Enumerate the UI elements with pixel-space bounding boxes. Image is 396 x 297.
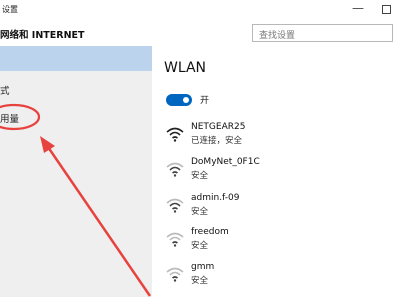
network-ssid: gmm — [191, 262, 215, 272]
toggle-knob — [183, 97, 189, 103]
wlan-panel: WLAN 开 NETGEAR25 已连接，安全 DoMyNet_0F1C 安全 — [152, 46, 396, 297]
wlan-toggle-label: 开 — [200, 96, 210, 106]
network-status: 安全 — [191, 276, 209, 286]
network-ssid: NETGEAR25 — [191, 122, 246, 132]
network-item[interactable]: gmm 安全 — [166, 262, 386, 294]
wifi-icon — [166, 127, 184, 142]
wlan-title: WLAN — [164, 60, 207, 76]
annotation-arrow-shaft — [46, 146, 152, 297]
network-item[interactable]: NETGEAR25 已连接，安全 — [166, 122, 386, 154]
wifi-icon — [166, 162, 184, 177]
network-ssid: DoMyNet_0F1C — [191, 157, 260, 167]
wifi-icon — [166, 232, 184, 247]
network-item[interactable]: freedom 安全 — [166, 227, 386, 259]
network-status: 安全 — [191, 207, 209, 217]
wifi-icon — [166, 267, 184, 282]
network-item[interactable]: DoMyNet_0F1C 安全 — [166, 157, 386, 189]
network-ssid: freedom — [191, 227, 229, 237]
wlan-toggle[interactable] — [166, 94, 192, 106]
network-ssid: admin.f-09 — [191, 193, 240, 203]
network-item[interactable]: admin.f-09 安全 — [166, 193, 386, 225]
network-status: 安全 — [191, 171, 209, 181]
network-status: 已连接，安全 — [191, 136, 243, 146]
network-status: 安全 — [191, 241, 209, 251]
annotation-arrow-head — [40, 136, 55, 153]
highlight-ellipse — [0, 103, 41, 131]
wifi-icon — [166, 198, 184, 213]
